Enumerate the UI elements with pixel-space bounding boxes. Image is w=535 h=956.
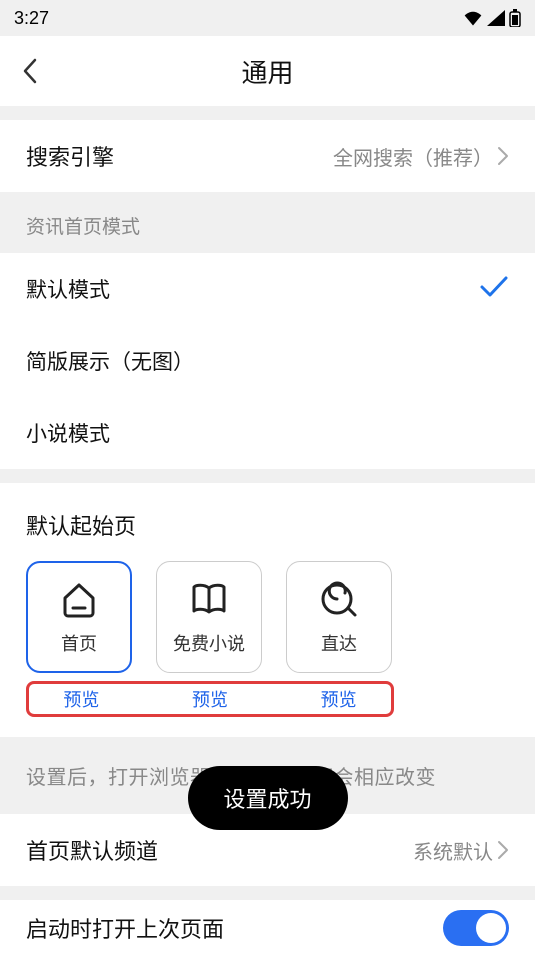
option-novel-mode[interactable]: 小说模式 <box>0 397 535 469</box>
toggle-switch[interactable] <box>443 910 509 946</box>
default-start-title: 默认起始页 <box>26 509 509 541</box>
top-bar: 通用 <box>0 36 535 106</box>
preview-link-novel[interactable]: 预览 <box>158 686 263 712</box>
start-card-novel[interactable]: 免费小说 <box>156 561 262 673</box>
battery-icon <box>509 9 521 27</box>
chevron-right-icon <box>497 840 509 860</box>
setting-label: 启动时打开上次页面 <box>26 912 224 944</box>
setting-restore-last[interactable]: 启动时打开上次页面 <box>0 900 535 956</box>
option-simple-mode[interactable]: 简版展示（无图） <box>0 325 535 397</box>
page-title: 通用 <box>0 53 535 90</box>
status-time: 3:27 <box>14 8 49 29</box>
toggle-knob <box>476 913 506 943</box>
option-default-mode[interactable]: 默认模式 <box>0 253 535 325</box>
card-label: 首页 <box>61 630 97 656</box>
setting-label: 搜索引擎 <box>26 140 114 172</box>
home-icon <box>58 578 100 620</box>
default-start-block: 默认起始页 首页 免费小说 直达 预览 预览 预览 <box>0 483 535 737</box>
card-label: 免费小说 <box>173 630 245 656</box>
start-cards: 首页 免费小说 直达 <box>26 561 509 673</box>
status-bar: 3:27 <box>0 0 535 36</box>
status-icons <box>463 9 521 27</box>
chevron-right-icon <box>497 146 509 166</box>
preview-link-direct[interactable]: 预览 <box>286 686 391 712</box>
preview-link-home[interactable]: 预览 <box>29 686 134 712</box>
checkmark-icon <box>479 275 509 304</box>
preview-row-highlight: 预览 预览 预览 <box>26 681 394 717</box>
chevron-left-icon <box>21 57 39 85</box>
signal-icon <box>487 10 505 26</box>
wifi-icon <box>463 10 483 26</box>
setting-value: 系统默认 <box>413 836 509 865</box>
option-label: 默认模式 <box>26 274 110 304</box>
setting-search-engine[interactable]: 搜索引擎 全网搜索（推荐） <box>0 120 535 192</box>
target-icon <box>318 578 360 620</box>
back-button[interactable] <box>0 36 60 106</box>
setting-label: 首页默认频道 <box>26 834 158 866</box>
start-card-home[interactable]: 首页 <box>26 561 132 673</box>
toast: 设置成功 <box>187 766 347 830</box>
card-label: 直达 <box>321 630 357 656</box>
option-label: 简版展示（无图） <box>26 346 194 376</box>
book-icon <box>188 578 230 620</box>
setting-value: 全网搜索（推荐） <box>333 142 509 171</box>
option-label: 小说模式 <box>26 418 110 448</box>
start-card-direct[interactable]: 直达 <box>286 561 392 673</box>
section-hint-homepage-mode: 资讯首页模式 <box>0 192 535 253</box>
